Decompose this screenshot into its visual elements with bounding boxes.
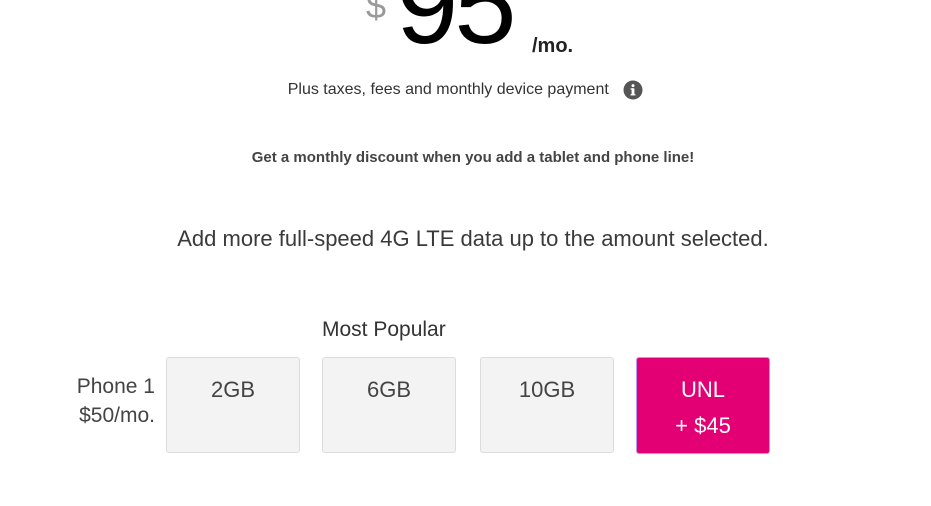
line-label: Phone 1 $50/mo. <box>40 372 155 430</box>
option-price-add: + $45 <box>675 413 731 438</box>
data-option-2gb[interactable]: 2GB <box>166 357 300 453</box>
data-option-10gb[interactable]: 10GB <box>480 357 614 453</box>
data-description: Add more full-speed 4G LTE data up to th… <box>177 226 769 251</box>
price-currency: $ <box>366 0 387 26</box>
data-option-unl[interactable]: UNL + $45 <box>636 357 770 454</box>
price-amount: 95 <box>396 0 517 67</box>
option-label: 2GB <box>210 377 256 402</box>
discount-message: Get a monthly discount when you add a ta… <box>251 149 695 166</box>
price-period: /mo. <box>532 35 574 57</box>
plan-configurator: $ 95 /mo. Plus taxes, fees and monthly d… <box>0 0 931 506</box>
option-label: UNL <box>680 377 725 402</box>
line-name: Phone 1 <box>76 375 155 398</box>
fees-text: Plus taxes, fees and monthly device paym… <box>287 81 609 98</box>
line-price: $50/mo. <box>79 404 155 427</box>
option-label: 10GB <box>518 377 576 402</box>
option-label: 6GB <box>366 377 412 402</box>
data-option-6gb[interactable]: 6GB <box>322 357 456 453</box>
divider <box>0 498 931 506</box>
info-icon[interactable] <box>623 80 643 100</box>
most-popular-label: Most Popular <box>322 318 446 341</box>
fees-note: Plus taxes, fees and monthly device paym… <box>0 80 931 100</box>
